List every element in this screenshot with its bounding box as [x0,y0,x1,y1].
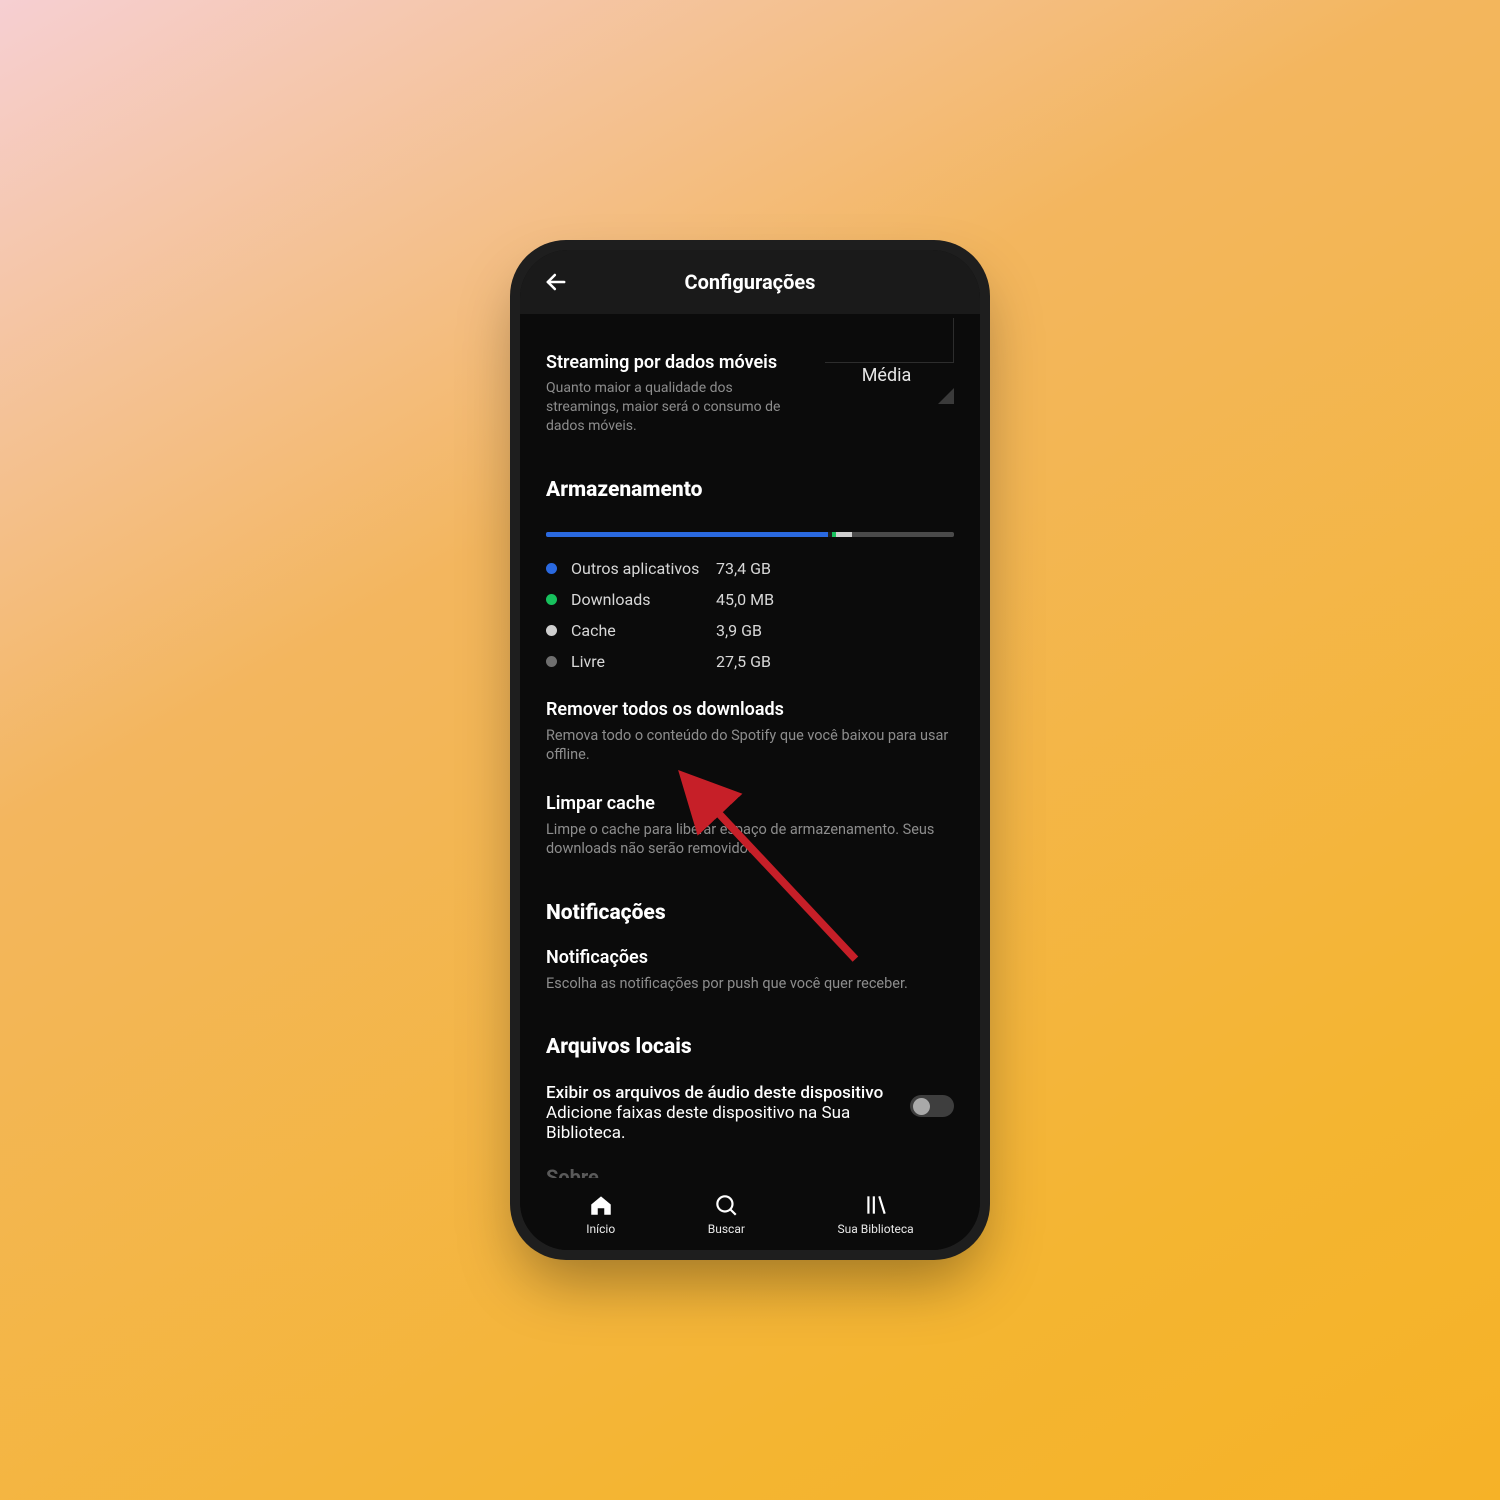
nav-search[interactable]: Buscar [708,1192,745,1236]
notifications-settings-button[interactable]: Notificações Escolha as notificações por… [546,947,954,994]
app-screen: Configurações Streaming por dados móveis… [520,250,980,1250]
local-files-toggle-row: Exibir os arquivos de áudio deste dispos… [546,1083,954,1143]
settings-body: Streaming por dados móveis Quanto maior … [520,314,980,1178]
item-description: Limpe o cache para liberar espaço de arm… [546,820,954,859]
page-title: Configurações [685,270,816,294]
storage-bar-other-apps [546,532,828,537]
setting-streaming-quality[interactable]: Streaming por dados móveis Quanto maior … [546,352,954,436]
legend-dot [546,563,557,574]
storage-bar-cache [836,532,852,537]
item-title: Limpar cache [546,793,954,814]
search-icon [713,1192,739,1218]
remove-downloads-button[interactable]: Remover todos os downloads Remova todo o… [546,699,954,765]
legend-value: 27,5 GB [716,652,771,671]
legend-row: Livre 27,5 GB [546,652,954,671]
nav-label: Sua Biblioteca [838,1222,914,1236]
legend-value: 3,9 GB [716,621,762,640]
storage-legend: Outros aplicativos 73,4 GB Downloads 45,… [546,559,954,671]
clear-cache-button[interactable]: Limpar cache Limpe o cache para liberar … [546,793,954,859]
app-header: Configurações [520,250,980,314]
legend-dot [546,625,557,636]
section-storage: Armazenamento [546,478,954,502]
legend-row: Outros aplicativos 73,4 GB [546,559,954,578]
item-title: Exibir os arquivos de áudio deste dispos… [546,1083,884,1103]
quality-dropdown[interactable]: Média [819,346,954,404]
nav-label: Buscar [708,1222,745,1236]
setting-description: Quanto maior a qualidade dos streamings,… [546,379,804,436]
nav-label: Início [586,1222,615,1236]
legend-row: Cache 3,9 GB [546,621,954,640]
item-description: Remova todo o conteúdo do Spotify que vo… [546,726,954,765]
legend-value: 45,0 MB [716,590,774,609]
local-files-toggle[interactable] [910,1095,954,1117]
library-icon [863,1192,889,1218]
legend-value: 73,4 GB [716,559,771,578]
legend-row: Downloads 45,0 MB [546,590,954,609]
phone-frame: Configurações Streaming por dados móveis… [510,240,990,1260]
nav-home[interactable]: Início [586,1192,615,1236]
item-description: Adicione faixas deste dispositivo na Sua… [546,1103,884,1143]
legend-dot [546,656,557,667]
section-notifications: Notificações [546,901,954,925]
item-title: Notificações [546,947,954,968]
item-description: Escolha as notificações por push que voc… [546,974,954,994]
legend-name: Outros aplicativos [571,559,716,578]
setting-title: Streaming por dados móveis [546,352,804,373]
section-local-files: Arquivos locais [546,1035,954,1059]
legend-name: Downloads [571,590,716,609]
nav-library[interactable]: Sua Biblioteca [838,1192,914,1236]
home-icon [588,1192,614,1218]
back-button[interactable] [542,268,570,296]
quality-value: Média [862,365,912,386]
storage-bar-free [852,532,954,537]
legend-dot [546,594,557,605]
legend-name: Cache [571,621,716,640]
legend-name: Livre [571,652,716,671]
item-title: Remover todos os downloads [546,699,954,720]
section-about: Sobre [546,1165,954,1178]
bottom-nav: Início Buscar Sua Biblioteca [520,1178,980,1250]
storage-bar [546,532,954,537]
arrow-left-icon [542,268,570,296]
